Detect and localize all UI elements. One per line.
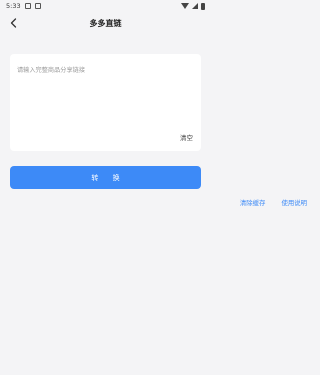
- clear-cache-link[interactable]: 清除缓存: [240, 198, 266, 207]
- link-input-placeholder[interactable]: 请输入完整商品分享链接: [17, 65, 85, 74]
- help-link[interactable]: 使用说明: [281, 198, 307, 207]
- image-icon: [34, 3, 41, 9]
- link-input-card[interactable]: 请输入完整商品分享链接 清空: [10, 54, 201, 151]
- clear-input-button[interactable]: 清空: [180, 132, 193, 142]
- status-left: 5:33: [6, 2, 41, 10]
- convert-button[interactable]: 转 换: [10, 166, 201, 189]
- wifi-icon: [181, 3, 189, 9]
- back-arrow-icon[interactable]: [8, 17, 20, 29]
- status-bar: 5:33: [0, 0, 211, 12]
- signal-icon: [192, 3, 198, 9]
- page-title: 多多直链: [89, 18, 122, 28]
- battery-icon: [201, 2, 205, 10]
- notification-icon: [24, 3, 31, 9]
- status-time: 5:33: [6, 2, 21, 10]
- status-right: [181, 2, 205, 10]
- action-links: 清除缓存 使用说明: [240, 198, 307, 207]
- app-header: 多多直链: [0, 12, 211, 34]
